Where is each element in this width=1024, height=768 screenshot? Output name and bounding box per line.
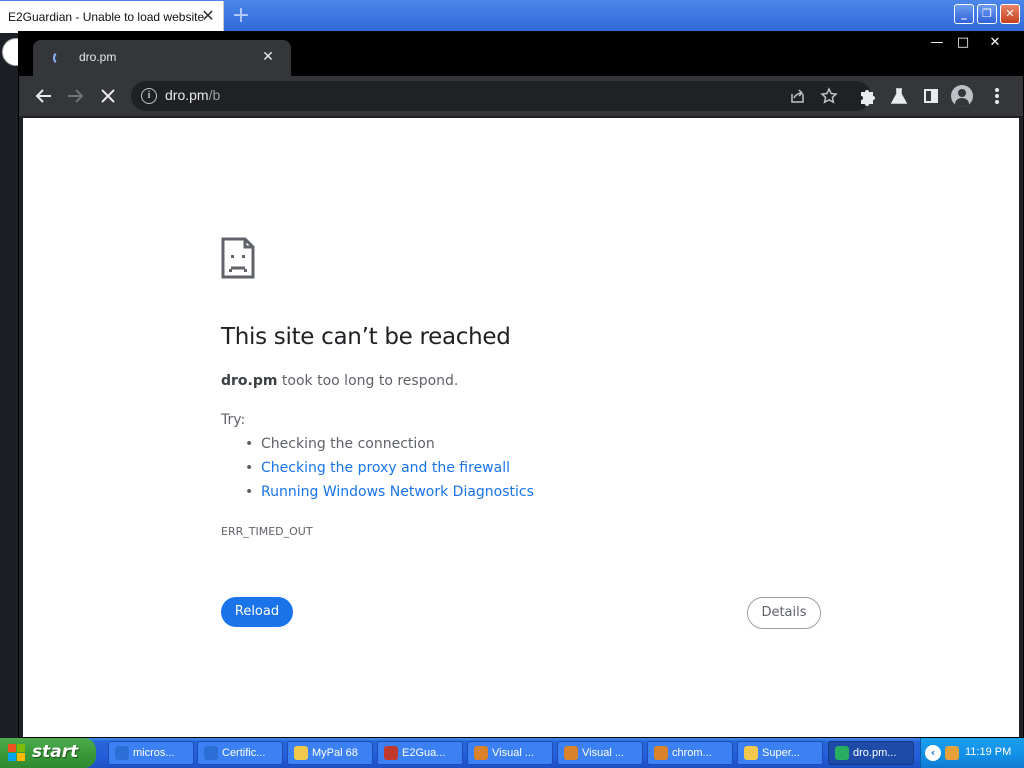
- close-button[interactable]: ✕: [983, 34, 1007, 52]
- title-bar: dro.pm ✕ — □ ✕: [19, 32, 1023, 76]
- start-button[interactable]: start: [0, 738, 96, 768]
- new-tab-icon[interactable]: +: [230, 5, 252, 27]
- suggestion-check-connection: Checking the connection: [245, 436, 534, 460]
- suggestion-network-diagnostics-link[interactable]: Running Windows Network Diagnostics: [245, 484, 534, 508]
- maximize-button[interactable]: □: [951, 34, 975, 52]
- error-description-text: took too long to respond.: [277, 373, 459, 389]
- close-icon[interactable]: [94, 82, 122, 110]
- background-tab[interactable]: E2Guardian - Unable to load website ✕: [0, 1, 224, 33]
- app-icon: [564, 746, 578, 760]
- app-icon: [115, 746, 129, 760]
- error-title: This site can’t be reached: [221, 324, 511, 350]
- restore-button[interactable]: ❐: [977, 4, 997, 24]
- taskbar-item[interactable]: Visual ...: [557, 741, 643, 765]
- taskbar-item-label: Super...: [762, 747, 800, 759]
- close-icon[interactable]: ✕: [200, 8, 216, 24]
- taskbar-item-label: Visual ...: [492, 747, 534, 759]
- taskbar-item-label: micros...: [133, 747, 175, 759]
- folder-icon: [294, 746, 308, 760]
- url-path: /b: [208, 87, 221, 103]
- taskbar-item-active[interactable]: dro.pm...: [828, 741, 914, 765]
- active-tab[interactable]: dro.pm ✕: [33, 40, 291, 76]
- taskbar: start micros... Certific... MyPal 68 E2G…: [0, 738, 1024, 768]
- chrome-window: dro.pm ✕ — □ ✕ i dro.pm/b This site can’…: [18, 31, 1024, 738]
- close-icon[interactable]: ✕: [259, 48, 277, 66]
- flask-icon[interactable]: [885, 82, 913, 110]
- app-icon: [835, 746, 849, 760]
- taskbar-item[interactable]: chrom...: [647, 741, 733, 765]
- app-icon: [654, 746, 668, 760]
- tray-app-icon[interactable]: [945, 746, 959, 760]
- address-bar[interactable]: i dro.pm/b: [131, 81, 871, 111]
- taskbar-item-label: E2Gua...: [402, 747, 446, 759]
- chevron-left-icon[interactable]: ‹: [925, 745, 941, 761]
- app-icon: [474, 746, 488, 760]
- minimize-button[interactable]: _: [954, 4, 974, 24]
- arrow-right-icon[interactable]: [61, 82, 89, 110]
- taskbar-item[interactable]: E2Gua...: [377, 741, 463, 765]
- star-icon[interactable]: [818, 85, 840, 107]
- puzzle-icon[interactable]: [853, 82, 881, 110]
- error-page: This site can’t be reached dro.pm took t…: [23, 118, 1019, 737]
- minimize-button[interactable]: —: [925, 34, 949, 52]
- background-tab-strip: E2Guardian - Unable to load website ✕ + …: [0, 0, 1024, 33]
- toolbar: i dro.pm/b: [19, 76, 1023, 116]
- windows-logo-icon: [8, 744, 26, 762]
- suggestion-list: Checking the connection Checking the pro…: [245, 436, 534, 508]
- logo-red: [8, 744, 16, 752]
- avatar-icon[interactable]: [951, 85, 973, 107]
- taskbar-item-label: dro.pm...: [853, 747, 897, 759]
- start-label: start: [32, 742, 79, 762]
- taskbar-item-label: Visual ...: [582, 747, 624, 759]
- logo-green: [17, 744, 25, 752]
- error-code: ERR_TIMED_OUT: [221, 525, 313, 538]
- error-description: dro.pm took too long to respond.: [221, 373, 458, 389]
- details-button[interactable]: Details: [747, 597, 821, 629]
- try-label: Try:: [221, 412, 246, 428]
- taskbar-item[interactable]: MyPal 68: [287, 741, 373, 765]
- reload-button[interactable]: Reload: [221, 597, 293, 627]
- system-tray: ‹ 11:19 PM: [920, 738, 1024, 768]
- logo-yellow: [17, 753, 25, 761]
- suggestion-check-proxy-link[interactable]: Checking the proxy and the firewall: [245, 460, 534, 484]
- app-icon: [384, 746, 398, 760]
- taskbar-item[interactable]: Certific...: [197, 741, 283, 765]
- arrow-left-icon[interactable]: [30, 82, 58, 110]
- folder-icon: [744, 746, 758, 760]
- error-host: dro.pm: [221, 373, 278, 389]
- kebab-menu-icon[interactable]: [983, 82, 1011, 110]
- loading-spinner-icon: [53, 51, 67, 65]
- taskbar-item-label: chrom...: [672, 747, 712, 759]
- share-icon[interactable]: [786, 85, 808, 107]
- avatar-head: [958, 89, 966, 97]
- taskbar-item-label: Certific...: [222, 747, 266, 759]
- taskbar-item[interactable]: Super...: [737, 741, 823, 765]
- close-button[interactable]: ✕: [1000, 4, 1020, 24]
- info-icon[interactable]: i: [141, 88, 157, 104]
- avatar-body: [955, 98, 969, 107]
- taskbar-item[interactable]: Visual ...: [467, 741, 553, 765]
- sidepanel-icon[interactable]: [917, 82, 945, 110]
- logo-blue: [8, 753, 16, 761]
- taskbar-item[interactable]: micros...: [108, 741, 194, 765]
- taskbar-item-label: MyPal 68: [312, 747, 358, 759]
- clock[interactable]: 11:19 PM: [965, 746, 1011, 758]
- tab-title: dro.pm: [79, 50, 117, 64]
- url-host: dro.pm: [165, 87, 209, 103]
- url-text[interactable]: dro.pm/b: [165, 87, 220, 103]
- background-tab-title: E2Guardian - Unable to load website: [8, 10, 205, 24]
- app-icon: [204, 746, 218, 760]
- sad-document-icon: [221, 237, 255, 279]
